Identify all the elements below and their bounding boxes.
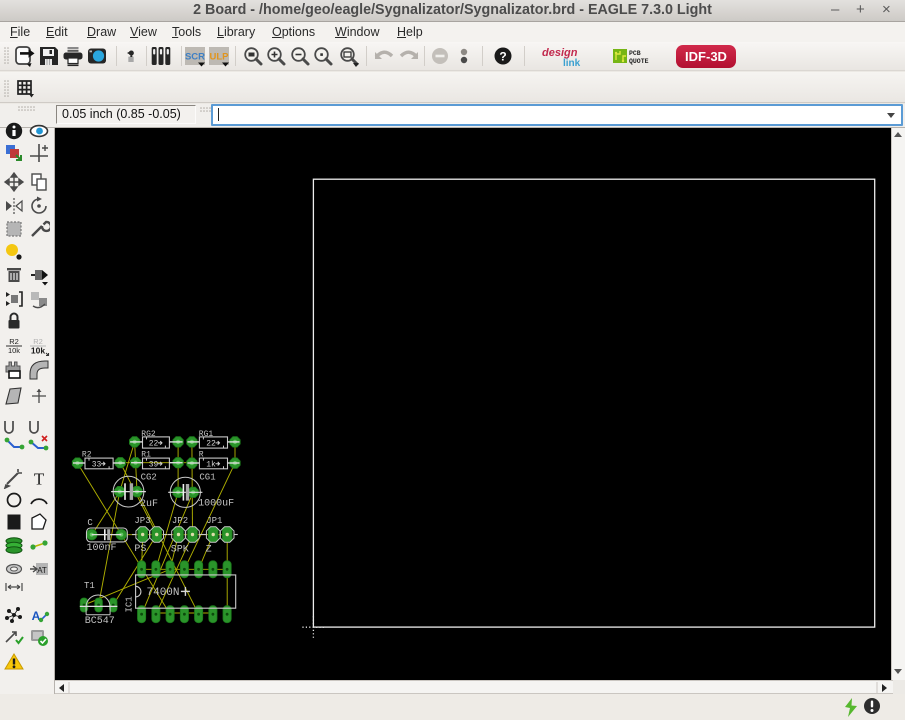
- svg-text:33: 33: [92, 460, 102, 469]
- svg-text:R2: R2: [9, 337, 19, 346]
- svg-text:R1: R1: [141, 451, 151, 460]
- svg-text:22: 22: [149, 440, 159, 449]
- svg-text:10k: 10k: [7, 346, 19, 355]
- svg-text:ULP: ULP: [210, 52, 230, 63]
- svg-text:JP2: JP2: [172, 516, 188, 526]
- svg-text:1000uF: 1000uF: [198, 498, 234, 509]
- svg-text:JP1: JP1: [206, 516, 222, 526]
- svg-text:Z: Z: [206, 544, 212, 555]
- svg-text:1k: 1k: [206, 460, 216, 469]
- svg-text:39: 39: [149, 460, 159, 469]
- svg-text:IC1: IC1: [125, 596, 135, 612]
- svg-text:RG1: RG1: [199, 430, 214, 439]
- svg-text:link: link: [563, 58, 581, 69]
- svg-text:CG2: CG2: [141, 473, 157, 483]
- svg-text:7400N: 7400N: [147, 587, 180, 599]
- svg-text:T1: T1: [84, 581, 95, 591]
- svg-text:10k: 10k: [30, 346, 44, 356]
- svg-text:R2: R2: [82, 451, 92, 460]
- svg-text:2uF: 2uF: [140, 499, 158, 510]
- svg-text:CG1: CG1: [199, 473, 215, 483]
- svg-text:?: ?: [499, 50, 506, 64]
- svg-text:BC547: BC547: [85, 616, 115, 627]
- svg-text:100nF: 100nF: [87, 543, 117, 554]
- svg-text:SPK: SPK: [171, 544, 189, 555]
- svg-text:QUOTE: QUOTE: [629, 58, 649, 65]
- svg-text:T: T: [33, 470, 44, 489]
- svg-text:JP3: JP3: [134, 516, 150, 526]
- svg-text:SCR: SCR: [185, 52, 205, 63]
- svg-text:C: C: [87, 518, 93, 528]
- svg-text:PCB: PCB: [629, 50, 641, 57]
- svg-text:PS: PS: [134, 544, 146, 555]
- svg-text:22: 22: [206, 440, 216, 449]
- svg-text:RG2: RG2: [141, 430, 156, 439]
- svg-text:AT: AT: [37, 566, 47, 575]
- svg-text:R: R: [199, 451, 204, 460]
